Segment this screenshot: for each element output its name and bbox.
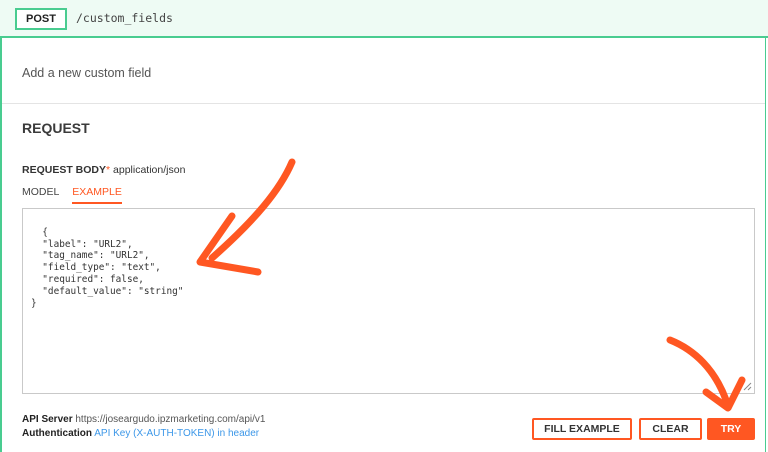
request-section-title: REQUEST bbox=[22, 120, 90, 136]
request-body-label: REQUEST BODY* application/json bbox=[22, 164, 185, 176]
api-server-row: API Server https://joseargudo.ipzmarketi… bbox=[22, 413, 265, 427]
authentication-label: Authentication bbox=[22, 428, 92, 439]
authentication-row: Authentication API Key (X-AUTH-TOKEN) in… bbox=[22, 427, 265, 441]
api-info: API Server https://joseargudo.ipzmarketi… bbox=[22, 413, 265, 441]
authentication-link[interactable]: API Key (X-AUTH-TOKEN) in header bbox=[94, 428, 259, 439]
required-mark: * bbox=[106, 164, 111, 176]
endpoint-path: /custom_fields bbox=[76, 11, 173, 25]
body-tabs: MODEL EXAMPLE bbox=[22, 186, 132, 204]
api-server-url: https://joseargudo.ipzmarketing.com/api/… bbox=[75, 414, 266, 425]
try-button[interactable]: TRY bbox=[707, 418, 755, 440]
endpoint-description: Add a new custom field bbox=[22, 66, 152, 80]
fill-example-button[interactable]: FILL EXAMPLE bbox=[532, 418, 632, 440]
method-badge: POST bbox=[15, 8, 67, 30]
api-server-label: API Server bbox=[22, 414, 73, 425]
tab-model[interactable]: MODEL bbox=[22, 186, 59, 202]
request-body-code: { "label": "URL2", "tag_name": "URL2", "… bbox=[31, 226, 184, 309]
request-body-title: REQUEST BODY bbox=[22, 164, 107, 176]
content-type: application/json bbox=[113, 164, 186, 176]
endpoint-header[interactable]: POST /custom_fields bbox=[0, 0, 768, 38]
resize-grip-icon[interactable] bbox=[743, 382, 752, 391]
request-body-editor[interactable]: { "label": "URL2", "tag_name": "URL2", "… bbox=[22, 208, 755, 394]
tab-example[interactable]: EXAMPLE bbox=[72, 186, 122, 204]
divider bbox=[2, 103, 765, 104]
clear-button[interactable]: CLEAR bbox=[639, 418, 702, 440]
